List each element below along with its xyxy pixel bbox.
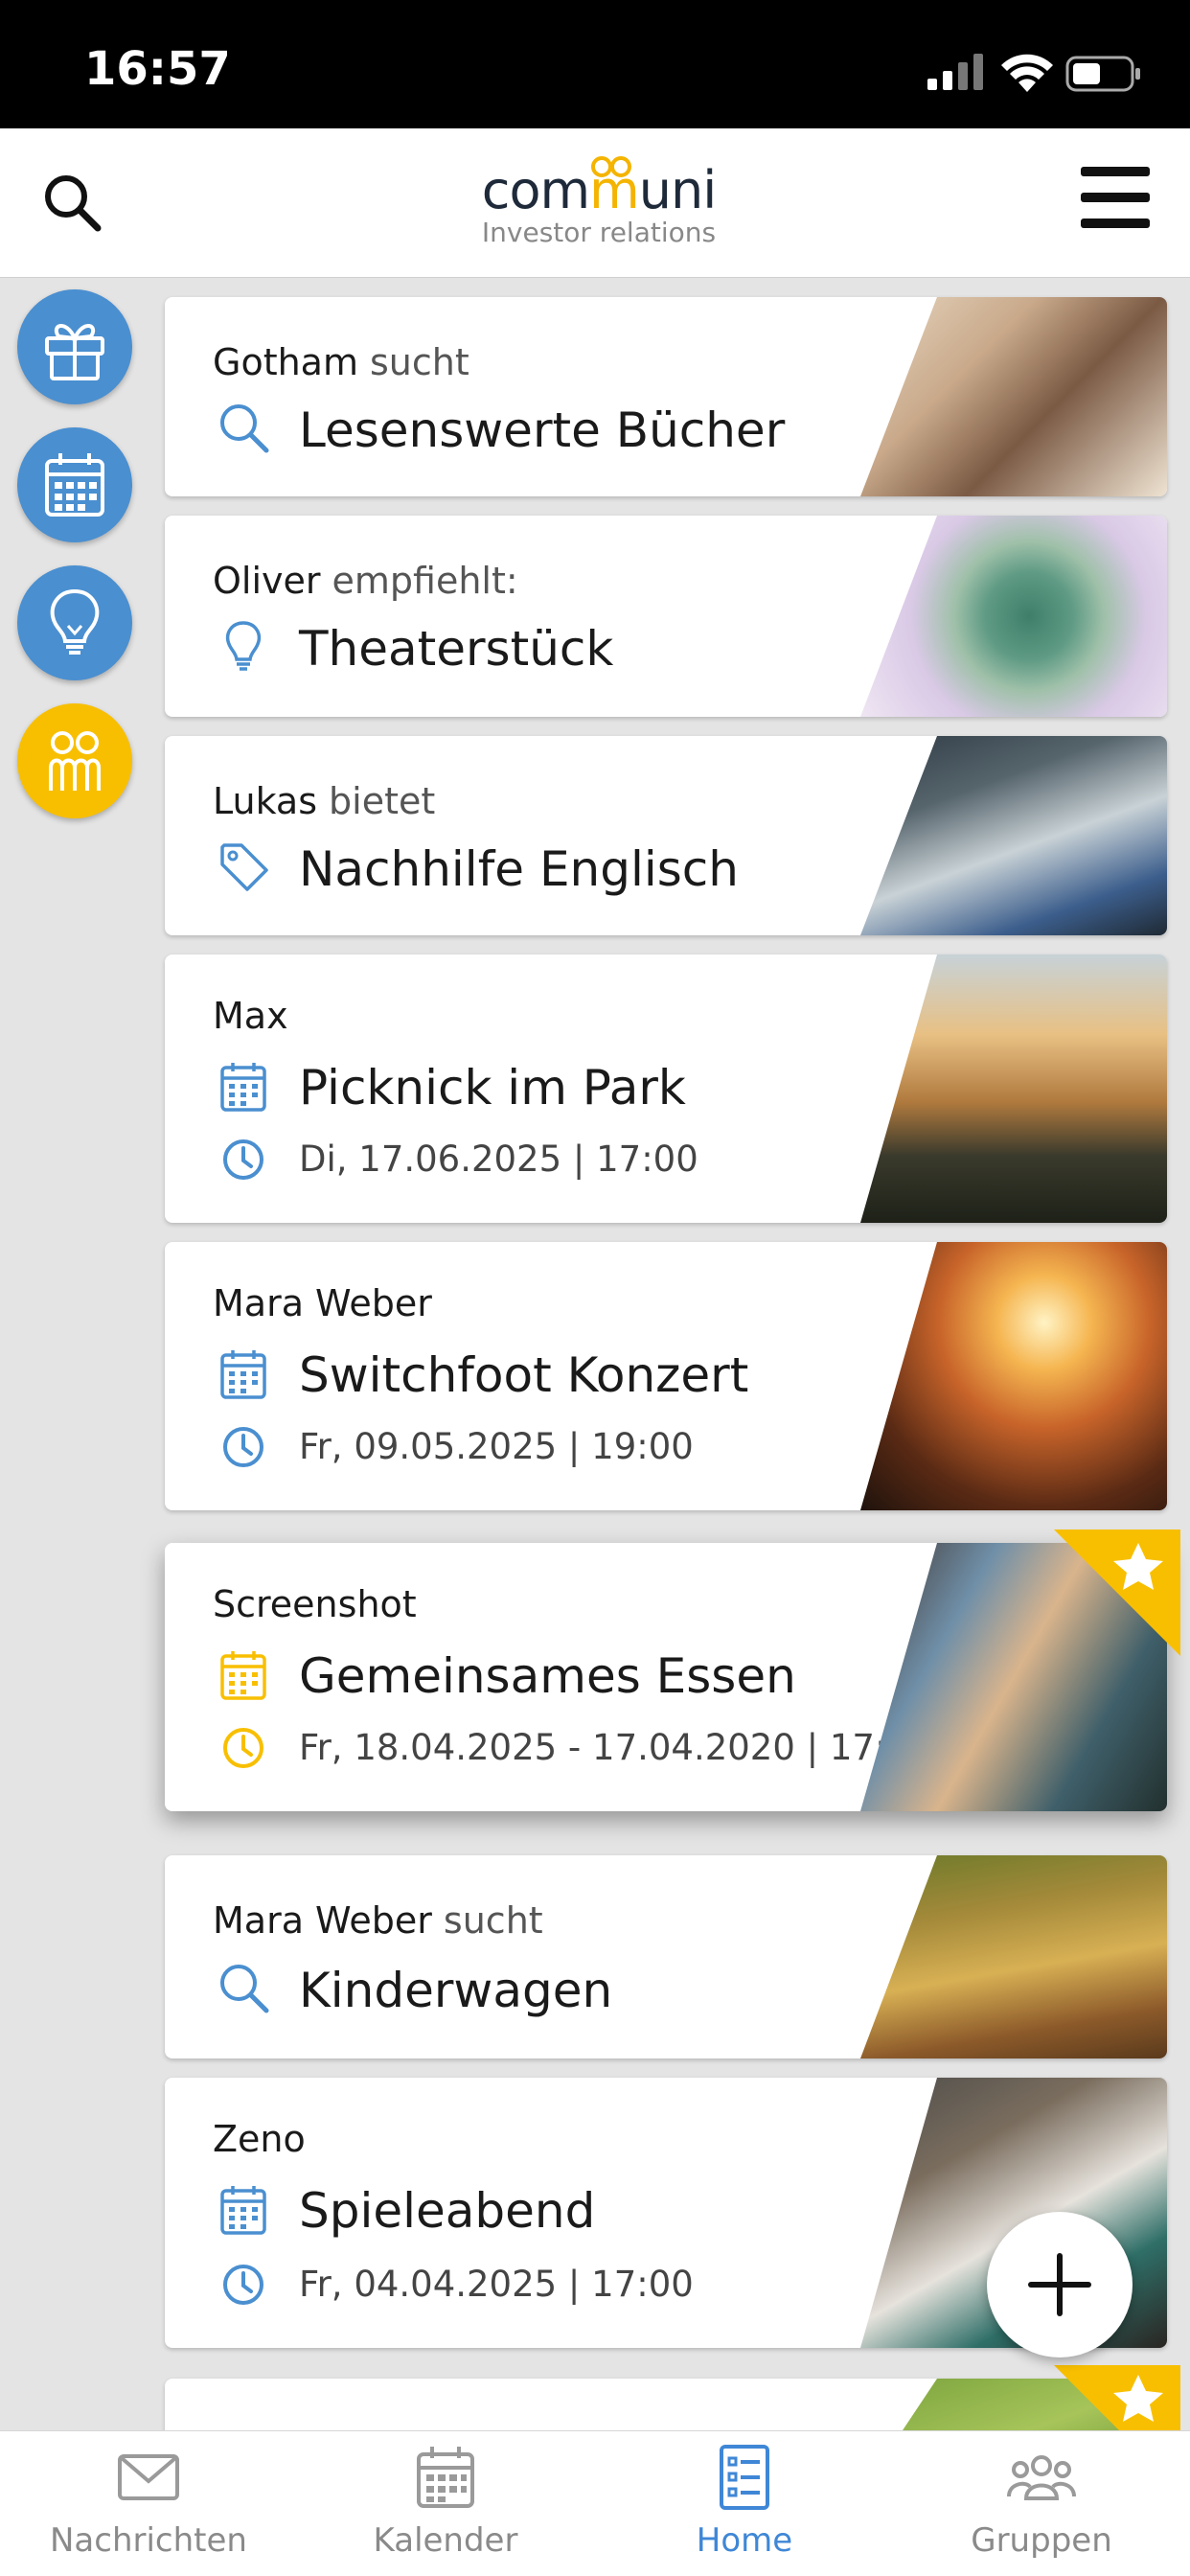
card-author: Oliver empfiehlt: [213, 560, 518, 602]
status-bar: 16:57 [0, 0, 1190, 128]
logo-subtitle: Investor relations [481, 217, 717, 248]
card-author: Gotham sucht [213, 341, 469, 383]
calendar-icon [220, 1063, 266, 1112]
clock-icon [223, 1728, 263, 1768]
hamburger-menu-icon[interactable] [1081, 167, 1150, 228]
card-author: Zeno [213, 2118, 306, 2160]
card-title: Lesenswerte Bücher [299, 402, 786, 458]
bottom-navigation: Nachrichten Kalender Home Gruppen [0, 2430, 1190, 2576]
group-icon [1007, 2455, 1076, 2500]
lightbulb-icon [50, 588, 100, 655]
status-time: 16:57 [84, 42, 231, 96]
card-image [860, 736, 1167, 935]
nav-kalender[interactable]: Kalender [326, 2443, 565, 2567]
nav-home[interactable]: Home [625, 2443, 864, 2567]
nav-label: Nachrichten [50, 2521, 247, 2560]
list-icon [720, 2445, 769, 2510]
clock-icon [223, 1427, 263, 1467]
feed-card[interactable]: Gotham sucht Lesenswerte Bücher [165, 297, 1167, 496]
card-author: Screenshot [213, 1583, 417, 1625]
card-image [860, 1242, 1167, 1510]
card-title: Switchfoot Konzert [299, 1347, 749, 1403]
card-author: Mara Weber sucht [213, 1899, 543, 1942]
add-button[interactable] [987, 2212, 1133, 2358]
calendar-icon [417, 2447, 474, 2508]
feed-card[interactable]: Lukas bietet Nachhilfe Englisch [165, 736, 1167, 935]
card-title: Picknick im Park [299, 1060, 686, 1116]
battery-icon [1065, 56, 1140, 92]
calendar-icon [220, 1651, 266, 1700]
gift-icon [45, 324, 104, 380]
signal-icon [927, 54, 983, 90]
lightbulb-icon [225, 621, 262, 671]
search-icon [220, 1965, 269, 2013]
calendar-icon [220, 2186, 266, 2235]
card-author: Max [213, 995, 288, 1037]
clock-icon [223, 2265, 263, 2305]
feed-card[interactable]: Oliver empfiehlt: Theaterstück [165, 516, 1167, 717]
star-badge-icon [1054, 1530, 1180, 1656]
card-date: Fr, 09.05.2025 | 19:00 [299, 1426, 694, 1467]
card-date: Fr, 04.04.2025 | 17:00 [299, 2264, 694, 2305]
card-date: Di, 17.06.2025 | 17:00 [299, 1138, 698, 1180]
nav-gruppen[interactable]: Gruppen [922, 2443, 1161, 2567]
feed-card[interactable]: Mara Weber Switchfoot Konzert Fr, 09.05.… [165, 1242, 1167, 1510]
card-date: Fr, 18.04.2025 - 17.04.2020 | 17:00 [299, 1727, 932, 1768]
card-image [860, 297, 1167, 496]
logo-face-icon [591, 156, 631, 177]
card-author: Mara Weber [213, 1282, 432, 1324]
side-button-gift[interactable] [17, 289, 132, 404]
search-icon [220, 404, 269, 453]
app-header: communi Investor relations [0, 128, 1190, 278]
side-button-communi[interactable] [17, 703, 132, 818]
clock-icon [223, 1139, 263, 1180]
nav-label: Gruppen [971, 2521, 1112, 2560]
side-button-ideas[interactable] [17, 565, 132, 680]
card-title: Kinderwagen [299, 1963, 613, 2018]
card-title: Spieleabend [299, 2183, 596, 2239]
app-logo: communi Investor relations [479, 156, 719, 259]
feed-card[interactable]: Max Picknick im Park Di, 17.06.2025 | 17… [165, 954, 1167, 1223]
card-title: Nachhilfe Englisch [299, 841, 739, 897]
feed-card-featured[interactable]: Screenshot Gemeinsames Essen Fr, 18.04.2… [165, 1530, 1180, 1811]
nav-label: Home [696, 2521, 793, 2560]
side-button-calendar[interactable] [17, 427, 132, 542]
mail-icon [118, 2454, 179, 2500]
nav-label: Kalender [373, 2521, 518, 2560]
tag-icon [220, 843, 268, 891]
calendar-icon [220, 1350, 266, 1399]
plus-icon [1028, 2253, 1091, 2316]
card-image [860, 516, 1167, 717]
card-title: Theaterstück [299, 621, 614, 677]
card-image [860, 1855, 1167, 2058]
card-image [860, 954, 1167, 1223]
communi-logo-icon [49, 731, 101, 791]
feed-card[interactable]: Mara Weber sucht Kinderwagen [165, 1855, 1167, 2058]
card-title: Gemeinsames Essen [299, 1648, 796, 1704]
card-author: Lukas bietet [213, 780, 436, 822]
nav-nachrichten[interactable]: Nachrichten [29, 2443, 268, 2567]
search-icon[interactable] [40, 171, 103, 234]
wifi-icon [1001, 54, 1053, 92]
calendar-icon [45, 453, 104, 517]
